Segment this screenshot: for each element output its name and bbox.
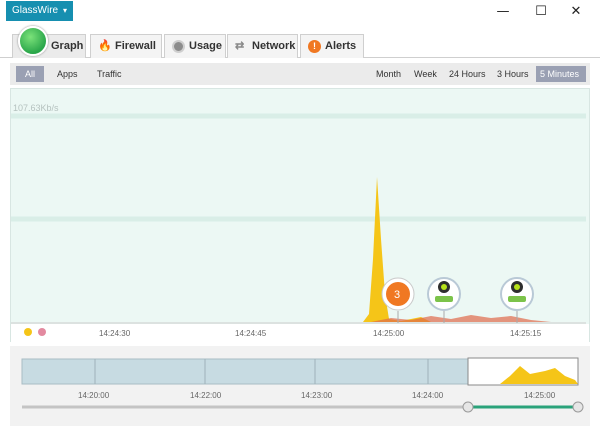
alert-icon: ! xyxy=(308,40,321,53)
app-event-marker[interactable] xyxy=(427,277,461,323)
range-24-hours[interactable]: 24 Hours xyxy=(445,66,490,82)
overview-time-label: 14:25:00 xyxy=(524,391,556,400)
time-label: 14:24:45 xyxy=(235,329,267,338)
maximize-button[interactable]: ☐ xyxy=(532,3,550,21)
graph-canvas: 107.63Kb/s 14:24:30 14:24:45 14:25:00 14… xyxy=(11,103,589,342)
incoming-legend-icon xyxy=(24,328,32,336)
flame-icon: 🔥 xyxy=(98,40,112,52)
tab-label: Firewall xyxy=(115,40,156,52)
time-label: 14:24:30 xyxy=(99,329,131,338)
tab-alerts[interactable]: ! Alerts xyxy=(300,34,364,58)
outgoing-legend-icon xyxy=(38,328,46,336)
range-month[interactable]: Month xyxy=(372,66,405,82)
filter-bar: All Apps Traffic Month Week 24 Hours 3 H… xyxy=(10,63,590,85)
app-title: GlassWire xyxy=(12,5,59,16)
filter-traffic[interactable]: Traffic xyxy=(91,66,128,82)
overview-canvas: 14:20:00 14:22:00 14:23:00 14:24:00 14:2… xyxy=(21,357,584,413)
time-label: 14:25:00 xyxy=(373,329,405,338)
usage-icon xyxy=(172,40,185,53)
tab-usage[interactable]: Usage xyxy=(164,34,226,58)
range-5-minutes[interactable]: 5 Minutes xyxy=(536,66,586,82)
tab-firewall[interactable]: 🔥 Firewall xyxy=(90,34,162,58)
tab-network[interactable]: ⇄ Network xyxy=(227,34,298,58)
filter-apps[interactable]: Apps xyxy=(51,66,84,82)
range-3-hours[interactable]: 3 Hours xyxy=(493,66,533,82)
range-week[interactable]: Week xyxy=(410,66,441,82)
tab-label: Usage xyxy=(189,40,223,52)
tab-label: Network xyxy=(252,40,296,52)
range-slider-start-handle[interactable] xyxy=(462,401,474,413)
overview-time-label: 14:24:00 xyxy=(412,391,444,400)
scale-label: 107.63Kb/s xyxy=(13,103,59,113)
app-menu-button[interactable]: GlassWire ▾ xyxy=(6,1,73,21)
overview-history-area xyxy=(21,358,469,385)
time-axis-band xyxy=(11,324,589,342)
traffic-graph[interactable]: 107.63Kb/s 14:24:30 14:24:45 14:25:00 14… xyxy=(10,88,590,342)
close-button[interactable]: ✕ xyxy=(567,3,585,21)
range-slider-end-handle[interactable] xyxy=(572,401,584,413)
tab-label: Graph xyxy=(51,40,84,52)
overview-time-label: 14:22:00 xyxy=(190,391,222,400)
network-icon: ⇄ xyxy=(235,40,245,52)
tab-label: Alerts xyxy=(325,40,357,52)
chevron-down-icon: ▾ xyxy=(62,6,67,15)
title-bar: GlassWire ▾ — ☐ ✕ xyxy=(0,0,600,24)
overview-time-label: 14:23:00 xyxy=(301,391,333,400)
filter-all[interactable]: All xyxy=(16,66,44,82)
minimize-button[interactable]: — xyxy=(494,3,512,21)
timeline-overview[interactable]: 14:20:00 14:22:00 14:23:00 14:24:00 14:2… xyxy=(10,346,590,426)
glasswire-logo-icon xyxy=(18,26,48,56)
overview-time-label: 14:20:00 xyxy=(78,391,110,400)
event-count: 3 xyxy=(394,289,400,301)
time-label: 14:25:15 xyxy=(510,329,542,338)
app-event-marker[interactable] xyxy=(500,277,534,323)
tab-bar: Graph 🔥 Firewall Usage ⇄ Network ! Alert… xyxy=(0,26,600,58)
